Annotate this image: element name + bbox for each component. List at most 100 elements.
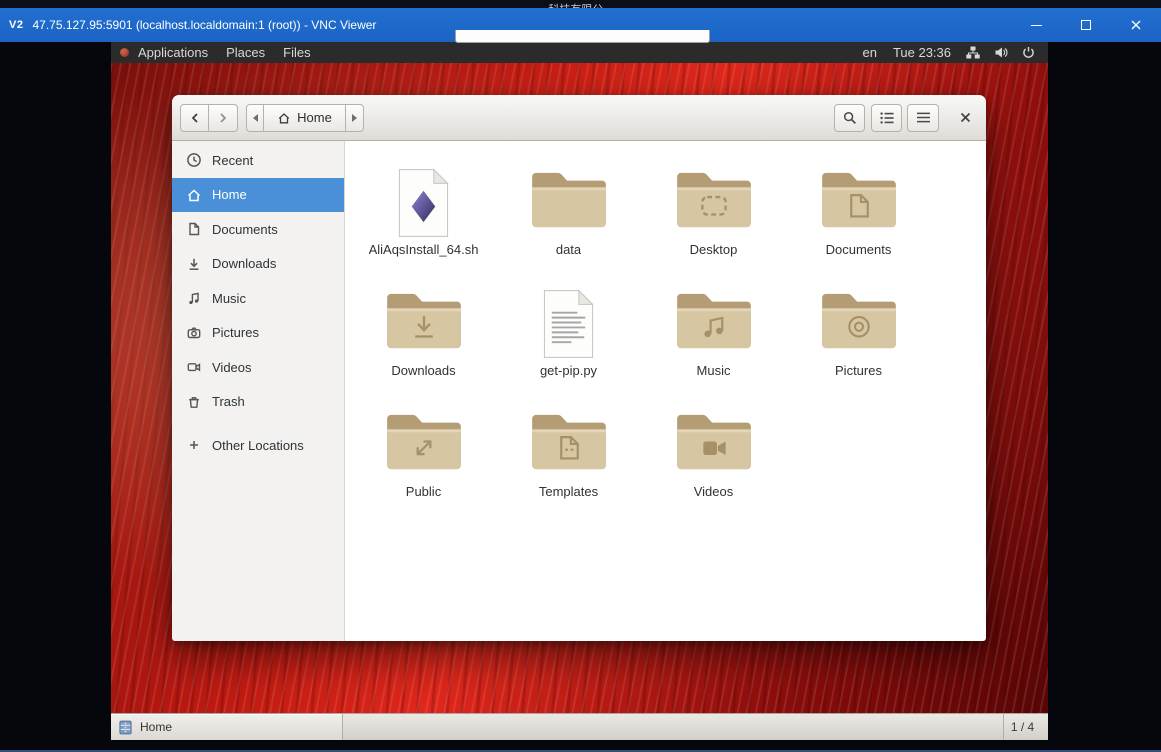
folder-item[interactable]: Music [641,270,786,391]
sidebar-item-pictures[interactable]: Pictures [172,316,344,351]
history-nav [180,104,238,132]
vnc-toolbar[interactable] [455,30,710,43]
sidebar-item-music[interactable]: Music [172,281,344,316]
folder-item[interactable]: Documents [786,149,931,270]
folder-item[interactable]: data [496,149,641,270]
sidebar-item-trash[interactable]: Trash [172,385,344,420]
sidebar-item-other-locations[interactable]: Other Locations [172,428,344,463]
vnc-viewport: Applications Places Files en Tue 23:36 [0,42,1161,752]
folder-item[interactable]: Desktop [641,149,786,270]
documents-folder-icon [818,167,900,231]
files-close-icon [959,111,972,124]
search-icon [842,110,858,126]
maximize-button[interactable] [1061,8,1111,42]
taskbar-window-home[interactable]: Home [111,714,343,740]
desktop-folder-icon [673,167,755,231]
volume-icon[interactable] [987,42,1015,63]
folder-icon [528,167,610,231]
file-item[interactable]: AliAqsInstall_64.sh [351,149,496,270]
sidebar-item-home[interactable]: Home [172,178,344,213]
back-button[interactable] [180,104,209,132]
network-icon[interactable] [959,42,987,63]
topbar-status-area: en Tue 23:36 [854,42,1048,63]
power-icon[interactable] [1015,42,1042,63]
files-app-icon [118,720,133,735]
templates-folder-icon [528,409,610,473]
path-scroll-left-button[interactable] [246,104,264,132]
workspace-indicator[interactable]: 1 / 4 [1003,714,1041,740]
file-item[interactable]: get-pip.py [496,270,641,391]
desktop-wallpaper: Home [111,63,1048,713]
file-name: Templates [539,484,598,499]
sidebar-label: Recent [212,153,253,168]
downloads-folder-icon [383,288,465,352]
file-name: data [556,242,581,257]
folder-item[interactable]: Public [351,391,496,512]
sidebar-item-recent[interactable]: Recent [172,143,344,178]
video-emblem [703,441,725,455]
search-button[interactable] [834,104,865,132]
sidebar-item-videos[interactable]: Videos [172,350,344,385]
applications-menu[interactable]: Applications [129,42,217,63]
files-appmenu[interactable]: Files [274,42,319,63]
path-home-label: Home [297,110,332,125]
files-close-button[interactable] [952,105,978,131]
file-grid: AliAqsInstall_64.sh data [345,141,986,641]
host-overflow-text: 科技有限公... [548,1,612,8]
path-home-button[interactable]: Home [264,104,346,132]
input-language-indicator[interactable]: en [854,42,884,63]
sidebar-item-downloads[interactable]: Downloads [172,247,344,282]
plus-icon [186,437,202,453]
recent-icon [186,152,202,168]
close-button[interactable] [1111,8,1161,42]
host-overflow-strip: 科技有限公... [0,0,1161,8]
places-menu[interactable]: Places [217,42,274,63]
trash-icon [186,394,202,410]
window-list-bar: Home 1 / 4 [111,713,1048,740]
applications-label: Applications [138,45,208,60]
taskbar-window-label: Home [140,720,172,734]
file-name: Downloads [391,363,455,378]
path-scroll-right-button[interactable] [346,104,364,132]
folder-item[interactable]: Downloads [351,270,496,391]
window-menu-button[interactable] [907,104,939,132]
clock[interactable]: Tue 23:36 [885,42,959,63]
applications-menu-icon [120,48,129,57]
forward-button[interactable] [209,104,238,132]
music-folder-icon [673,288,755,352]
window-controls [1011,8,1161,42]
maximize-icon [1081,20,1091,30]
folder-item[interactable]: Pictures [786,270,931,391]
sidebar-label: Documents [212,222,278,237]
sidebar-item-documents[interactable]: Documents [172,212,344,247]
vnc-logo-icon: V2 [9,19,23,31]
folder-item[interactable]: Videos [641,391,786,512]
remote-desktop: Applications Places Files en Tue 23:36 [111,42,1048,740]
files-headerbar: Home [172,95,986,141]
pictures-folder-icon [818,288,900,352]
sidebar-label: Music [212,291,246,306]
folder-item[interactable]: Templates [496,391,641,512]
file-name: AliAqsInstall_64.sh [369,242,479,257]
sidebar-label: Other Locations [212,438,304,453]
gnome-top-bar: Applications Places Files en Tue 23:36 [111,42,1048,63]
path-bar: Home [246,104,364,132]
minimize-button[interactable] [1011,8,1061,42]
chevron-left-icon [252,114,259,122]
text-file-icon [540,288,597,360]
script-file-icon [395,167,452,239]
view-toggle-button[interactable] [871,104,902,132]
files-window: Home [172,95,986,641]
close-icon [1130,19,1142,31]
home-icon [277,111,291,125]
camera-icon [186,325,202,341]
hamburger-icon [916,111,931,124]
minimize-icon [1031,25,1042,26]
file-name: Documents [826,242,892,257]
files-appmenu-label: Files [283,45,310,60]
file-name: Videos [694,484,734,499]
file-name: get-pip.py [540,363,597,378]
vnc-window-title: 47.75.127.95:5901 (localhost.localdomain… [32,18,376,32]
video-icon [186,359,202,375]
file-name: Music [697,363,731,378]
